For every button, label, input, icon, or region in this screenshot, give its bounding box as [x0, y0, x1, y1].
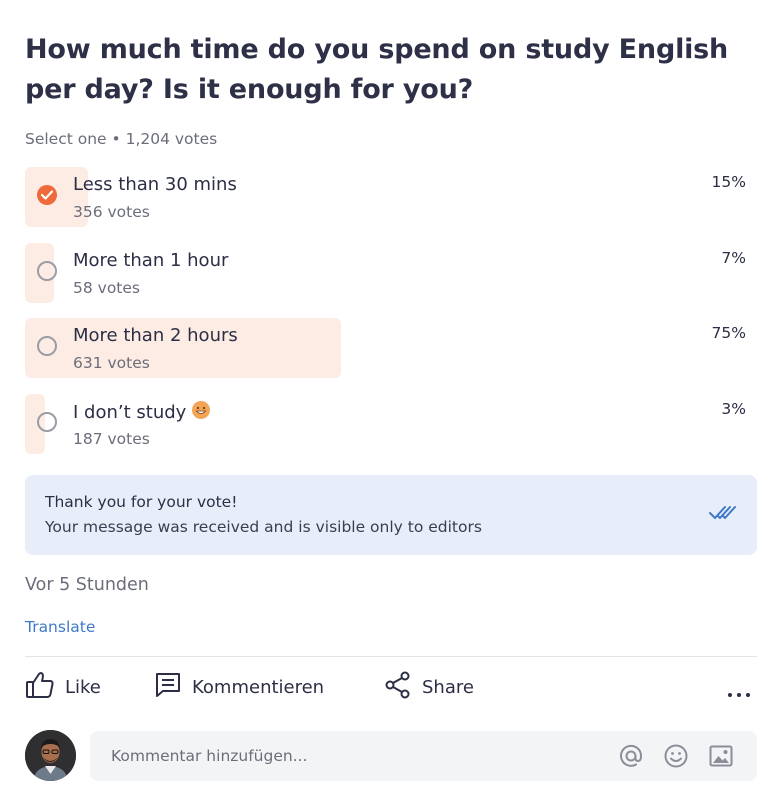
- comment-label: Kommentieren: [192, 676, 325, 698]
- option-label-text: I don’t study: [73, 402, 187, 423]
- grinning-face-emoji-icon: [192, 401, 211, 419]
- comment-placeholder: Kommentar hinzufügen...: [111, 747, 308, 765]
- poll-question: How much time do you spend on study Engl…: [25, 34, 729, 105]
- option-percent: 15%: [711, 173, 746, 191]
- share-icon: [384, 671, 412, 703]
- mention-icon[interactable]: [618, 743, 644, 773]
- divider: [25, 656, 757, 657]
- option-label: Less than 30 mins: [73, 174, 237, 195]
- comment-button[interactable]: Kommentieren: [154, 670, 324, 704]
- double-check-icon: [709, 505, 737, 525]
- option-percent: 3%: [721, 400, 746, 418]
- poll-meta: Select one • 1,204 votes: [25, 130, 218, 148]
- avatar[interactable]: [25, 730, 76, 781]
- like-button[interactable]: Like: [25, 670, 101, 704]
- share-label: Share: [422, 676, 474, 698]
- emoji-icon[interactable]: [663, 743, 689, 773]
- option-votes: 58 votes: [73, 279, 140, 297]
- poll-option[interactable]: I don’t study 187 votes 3%: [25, 394, 746, 454]
- option-votes: 187 votes: [73, 430, 150, 448]
- more-options-icon[interactable]: [728, 682, 756, 697]
- option-label: More than 2 hours: [73, 325, 238, 346]
- option-percent: 7%: [721, 249, 746, 267]
- post-timestamp: Vor 5 Stunden: [25, 575, 149, 595]
- poll-option[interactable]: More than 2 hours 631 votes 75%: [25, 318, 746, 378]
- checked-radio-icon[interactable]: [37, 185, 57, 205]
- option-votes: 631 votes: [73, 354, 150, 372]
- option-label: More than 1 hour: [73, 250, 229, 271]
- radio-icon[interactable]: [37, 336, 57, 356]
- comment-icon: [154, 671, 182, 703]
- radio-icon[interactable]: [37, 261, 57, 281]
- option-votes: 356 votes: [73, 203, 150, 221]
- thumbs-up-icon: [25, 671, 55, 703]
- option-label: I don’t study: [73, 401, 211, 423]
- notice-title: Thank you for your vote!: [45, 493, 238, 511]
- vote-confirmation-notice: Thank you for your vote! Your message wa…: [25, 475, 757, 555]
- image-icon[interactable]: [708, 743, 734, 773]
- radio-icon[interactable]: [37, 412, 57, 432]
- comment-input[interactable]: Kommentar hinzufügen...: [90, 731, 757, 781]
- like-label: Like: [65, 676, 101, 698]
- notice-text: Your message was received and is visible…: [45, 518, 482, 536]
- share-button[interactable]: Share: [384, 670, 474, 704]
- translate-link[interactable]: Translate: [25, 618, 95, 636]
- poll-option[interactable]: Less than 30 mins 356 votes 15%: [25, 167, 746, 227]
- option-percent: 75%: [711, 324, 746, 342]
- poll-option[interactable]: More than 1 hour 58 votes 7%: [25, 243, 746, 303]
